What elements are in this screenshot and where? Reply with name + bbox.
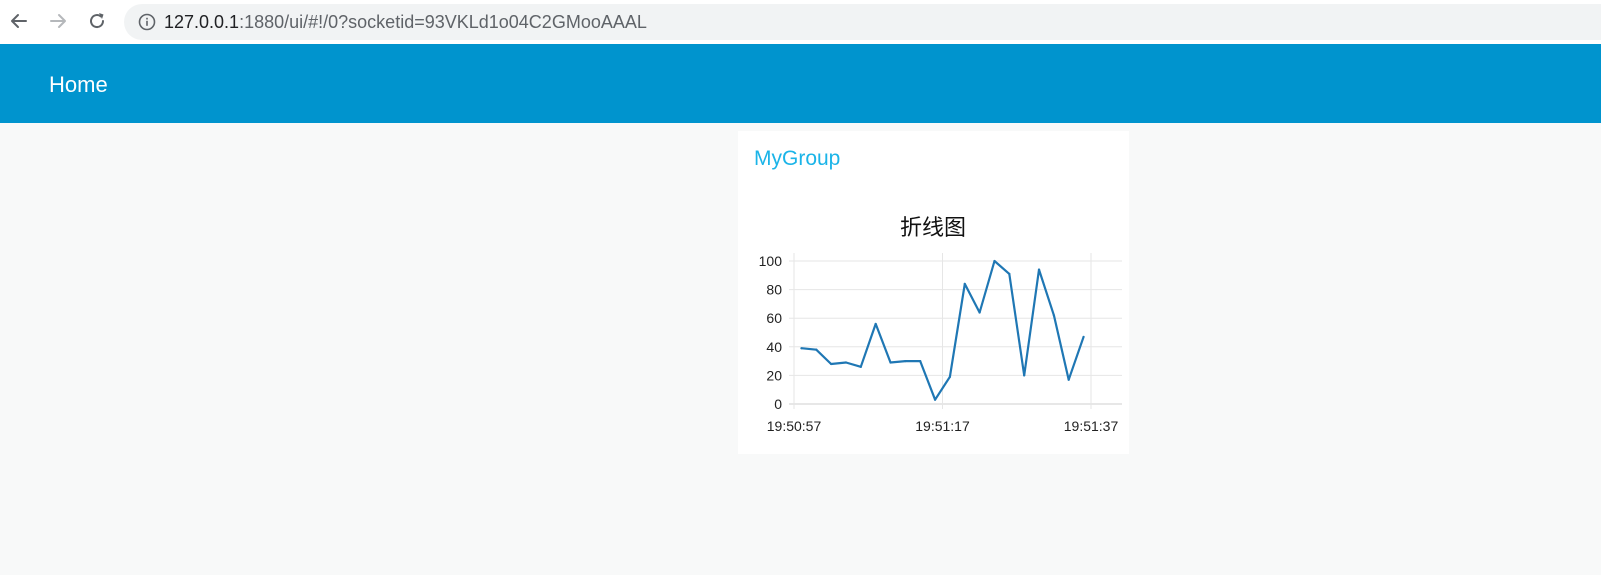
data-point [904, 360, 907, 363]
chart-title: 折线图 [900, 216, 966, 241]
arrow-right-icon [48, 11, 68, 31]
data-point [874, 322, 877, 326]
address-bar[interactable]: 127.0.0.1:1880/ui/#!/0?socketid=93VKLd1o… [124, 4, 1601, 40]
info-icon[interactable] [138, 13, 156, 31]
url-text: 127.0.0.1:1880/ui/#!/0?socketid=93VKLd1o… [164, 12, 647, 33]
y-tick-label: 60 [766, 310, 782, 326]
data-point [933, 398, 937, 401]
y-tick-label: 20 [766, 367, 782, 383]
group-card: MyGroup 折线图 0 20 40 60 80 100 19:50:57 19:51:17… [738, 131, 1129, 454]
data-point [889, 361, 892, 364]
back-button[interactable] [6, 8, 32, 34]
data-point [859, 365, 862, 368]
line-chart: 折线图 0 20 40 60 80 100 19:50:57 19:51:17 19:51:37 [759, 216, 1122, 434]
data-point [1008, 272, 1011, 275]
url-path: :1880/ui/#!/0?socketid=93VKLd1o04C2GMooA… [239, 11, 647, 32]
x-tick-label: 19:51:37 [1064, 418, 1119, 434]
data-point [815, 348, 818, 351]
data-point [830, 362, 833, 366]
data-point [963, 282, 966, 285]
y-tick-label: 40 [766, 339, 782, 355]
dashboard-header: Home [0, 44, 1601, 123]
reload-button[interactable] [84, 8, 110, 34]
data-point [1052, 314, 1055, 317]
data-point [800, 347, 803, 350]
x-tick-label: 19:50:57 [767, 418, 822, 434]
page-title: Home [49, 72, 108, 97]
data-point [993, 259, 996, 263]
data-point [1023, 374, 1026, 377]
data-point [1067, 378, 1070, 381]
data-point [948, 375, 952, 378]
url-host: 127.0.0.1 [164, 11, 240, 32]
y-tick-label: 0 [774, 396, 782, 412]
browser-toolbar: 127.0.0.1:1880/ui/#!/0?socketid=93VKLd1o… [0, 0, 1601, 44]
forward-button[interactable] [45, 8, 71, 34]
arrow-left-icon [9, 11, 29, 31]
data-point [978, 311, 981, 314]
x-tick-label: 19:51:17 [915, 418, 970, 434]
reload-icon [87, 11, 107, 31]
data-point [1037, 268, 1041, 271]
data-point [844, 361, 848, 364]
data-point [1082, 335, 1085, 338]
y-tick-label: 100 [759, 253, 783, 269]
y-tick-label: 80 [766, 282, 782, 298]
data-point [919, 360, 922, 363]
